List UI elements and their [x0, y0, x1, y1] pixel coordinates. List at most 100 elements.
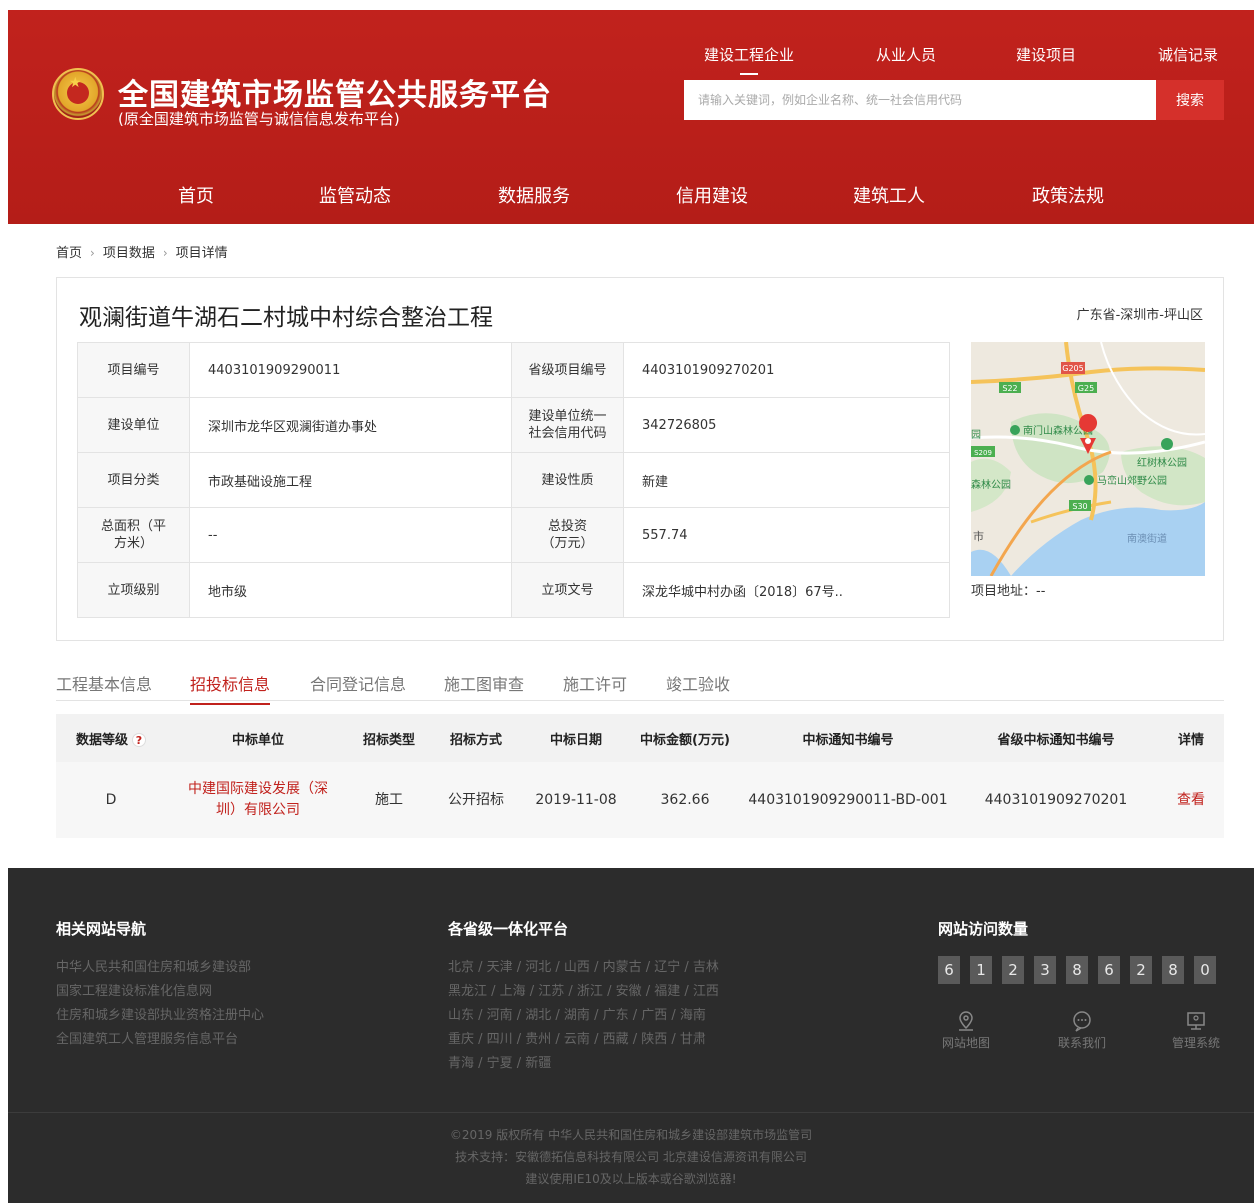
field-label: 总投资（万元） [511, 507, 624, 563]
footer-link[interactable]: 住房和城乡建设部执业资格注册中心 [56, 1004, 264, 1028]
site-subtitle: (原全国建筑市场监管与诚信信息发布平台) [118, 110, 400, 128]
column-header: 招标类型 [350, 714, 428, 762]
footer-link[interactable]: 国家工程建设标准化信息网 [56, 980, 264, 1004]
breadcrumb: 首页 › 项目数据 › 项目详情 [56, 242, 228, 261]
top-nav-projects[interactable]: 建设项目 [1016, 44, 1076, 65]
map-label-g205: G205 [1062, 364, 1083, 373]
breadcrumb-project-data[interactable]: 项目数据 [103, 246, 155, 261]
field-value: 深龙华城中村办函〔2018〕67号.. [623, 562, 950, 618]
footer-nav-links: 中华人民共和国住房和城乡建设部 国家工程建设标准化信息网 住房和城乡建设部执业资… [56, 956, 264, 1052]
footer-prov-title: 各省级一体化平台 [448, 920, 569, 938]
field-label: 建设单位 [77, 397, 190, 453]
map-label-s209: S209 [974, 449, 992, 457]
footer-prov-line[interactable]: 山东 / 河南 / 湖北 / 湖南 / 广东 / 广西 / 海南 [448, 1004, 719, 1028]
field-value: -- [189, 507, 512, 563]
map-label-s30: S30 [1072, 502, 1087, 511]
sitemap-link[interactable]: 网站地图 [938, 1010, 994, 1051]
table-row: 项目分类 市政基础设施工程 建设性质 新建 [77, 452, 950, 508]
table-header-row: 数据等级? 中标单位 招标类型 招标方式 中标日期 中标金额(万元) 中标通知书… [56, 714, 1224, 762]
main-nav-supervision[interactable]: 监管动态 [319, 182, 391, 208]
chevron-right-icon: › [90, 246, 95, 260]
field-value: 4403101909270201 [623, 342, 950, 398]
tab-basic-info[interactable]: 工程基本信息 [56, 671, 152, 703]
map-label-s22: S22 [1002, 384, 1017, 393]
counter-digit: 6 [938, 956, 960, 984]
field-value: 深圳市龙华区观澜街道办事处 [189, 397, 512, 453]
footer-prov-links: 北京 / 天津 / 河北 / 山西 / 内蒙古 / 辽宁 / 吉林 黑龙江 / … [448, 956, 719, 1076]
tab-construction-permit[interactable]: 施工许可 [563, 671, 627, 703]
project-info-table: 项目编号 4403101909290011 省级项目编号 44031019092… [77, 342, 950, 618]
cell-method: 公开招标 [428, 762, 524, 838]
table-row: 项目编号 4403101909290011 省级项目编号 44031019092… [77, 342, 950, 398]
counter-digit: 0 [1194, 956, 1216, 984]
cell-winner-link[interactable]: 中建国际建设发展（深圳）有限公司 [166, 762, 350, 838]
top-nav: 建设工程企业 从业人员 建设项目 诚信记录 [678, 44, 1238, 75]
search-input[interactable] [684, 80, 1156, 120]
tab-contract-info[interactable]: 合同登记信息 [310, 671, 406, 703]
field-value: 342726805 [623, 397, 950, 453]
tab-bidding-info[interactable]: 招投标信息 [190, 671, 271, 705]
main-nav-data-service[interactable]: 数据服务 [498, 182, 570, 208]
footer-prov-line[interactable]: 重庆 / 四川 / 贵州 / 云南 / 西藏 / 陕西 / 甘肃 [448, 1028, 719, 1052]
table-row: 立项级别 地市级 立项文号 深龙华城中村办函〔2018〕67号.. [77, 562, 950, 618]
column-header: 数据等级? [56, 714, 166, 762]
map-pin-icon [959, 1011, 973, 1031]
search-button[interactable]: 搜索 [1156, 80, 1224, 120]
main-nav-policy[interactable]: 政策法规 [1032, 182, 1104, 208]
counter-digit: 8 [1162, 956, 1184, 984]
detail-tabs: 工程基本信息 招投标信息 合同登记信息 施工图审查 施工许可 竣工验收 [56, 668, 1224, 705]
footer-prov-line[interactable]: 北京 / 天津 / 河北 / 山西 / 内蒙古 / 辽宁 / 吉林 [448, 956, 719, 980]
main-nav-workers[interactable]: 建筑工人 [853, 182, 925, 208]
breadcrumb-home[interactable]: 首页 [56, 246, 82, 261]
monitor-icon [1187, 1012, 1205, 1030]
top-nav-personnel[interactable]: 从业人员 [876, 44, 936, 65]
tab-drawing-review[interactable]: 施工图审查 [444, 671, 524, 703]
map-label-park3: 马峦山郊野公园 [1097, 474, 1167, 487]
footer-prov-line[interactable]: 黑龙江 / 上海 / 江苏 / 浙江 / 安徽 / 福建 / 江西 [448, 980, 719, 1004]
top-nav-enterprise[interactable]: 建设工程企业 [704, 44, 794, 75]
view-detail-link[interactable]: 查看 [1158, 762, 1224, 838]
field-label: 总面积（平方米） [77, 507, 190, 563]
table-row: 总面积（平方米） -- 总投资（万元） 557.74 [77, 507, 950, 563]
field-label: 建设单位统一社会信用代码 [511, 397, 624, 453]
footer-visit-title: 网站访问数量 [938, 920, 1029, 938]
map-label-town: 南澳街道 [1127, 532, 1167, 545]
contact-link[interactable]: 联系我们 [1054, 1010, 1110, 1051]
cell-type: 施工 [350, 762, 428, 838]
breadcrumb-current: 项目详情 [175, 246, 228, 261]
map-label-park2: 红树林公园 [1137, 456, 1187, 469]
column-header: 中标通知书编号 [742, 714, 954, 762]
top-nav-credit[interactable]: 诚信记录 [1158, 44, 1218, 65]
main-nav-home[interactable]: 首页 [178, 182, 214, 208]
table-row: D 中建国际建设发展（深圳）有限公司 施工 公开招标 2019-11-08 36… [56, 762, 1224, 838]
copyright-line: ©2019 版权所有 中华人民共和国住房和城乡建设部建筑市场监管司 [449, 1128, 813, 1142]
counter-digit: 2 [1130, 956, 1152, 984]
footer-prov-line[interactable]: 青海 / 宁夏 / 新疆 [448, 1052, 719, 1076]
national-emblem-icon: ★ [52, 68, 104, 120]
field-label: 省级项目编号 [511, 342, 624, 398]
counter-digit: 6 [1098, 956, 1120, 984]
chat-bubble-icon [1073, 1011, 1091, 1032]
quick-link-label: 网站地图 [941, 1036, 990, 1050]
footer-nav-title: 相关网站导航 [56, 920, 147, 938]
chevron-right-icon: › [162, 246, 168, 260]
main-nav: 首页 监管动态 数据服务 信用建设 建筑工人 政策法规 [8, 160, 1254, 224]
help-icon[interactable]: ? [132, 732, 146, 747]
tab-completion-acceptance[interactable]: 竣工验收 [666, 671, 730, 703]
column-header: 中标日期 [524, 714, 628, 762]
map-label-edge: 园 [971, 429, 981, 441]
field-value: 557.74 [623, 507, 950, 563]
project-map[interactable]: G205 S22 G25 S209 S30 南门山森林公园 园 红树林公园 马峦… [971, 342, 1205, 576]
footer-copyright: ©2019 版权所有 中华人民共和国住房和城乡建设部建筑市场监管司 技术支持：安… [8, 1124, 1254, 1190]
cell-notice-no: 4403101909290011-BD-001 [742, 762, 954, 838]
main-nav-credit-building[interactable]: 信用建设 [676, 182, 748, 208]
column-header: 中标金额(万元) [628, 714, 742, 762]
admin-system-link[interactable]: 管理系统 [1168, 1010, 1224, 1051]
site-header: ★ 全国建筑市场监管公共服务平台 (原全国建筑市场监管与诚信信息发布平台) 建设… [8, 10, 1254, 224]
map-label-g25: G25 [1078, 384, 1094, 393]
footer-link[interactable]: 中华人民共和国住房和城乡建设部 [56, 956, 264, 980]
counter-digit: 2 [1002, 956, 1024, 984]
field-value: 4403101909290011 [189, 342, 512, 398]
footer-link[interactable]: 全国建筑工人管理服务信息平台 [56, 1028, 264, 1052]
column-header: 详情 [1158, 714, 1224, 762]
